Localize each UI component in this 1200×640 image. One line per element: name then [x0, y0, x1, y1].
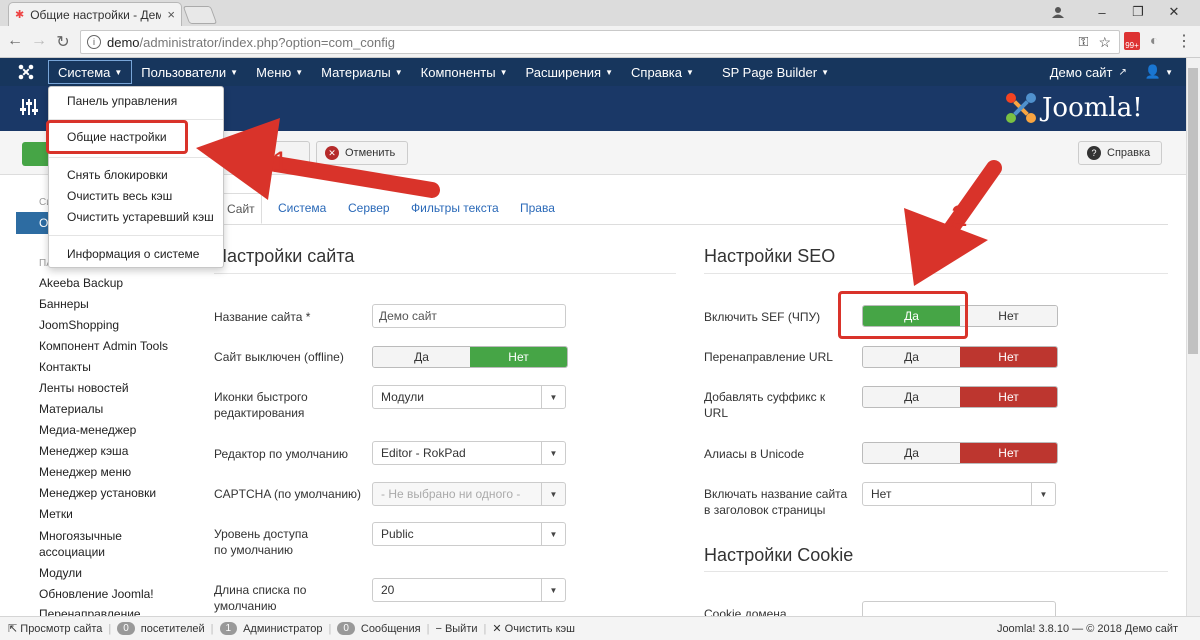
- clear-cache-link[interactable]: ✕ Очистить кэш: [492, 622, 575, 635]
- admins-label: Администратор: [243, 622, 323, 635]
- external-link-icon: ⇱: [8, 623, 18, 635]
- scrollbar-thumb[interactable]: [1188, 68, 1198, 354]
- messages-count-badge: 0: [337, 622, 355, 635]
- minus-icon: −: [435, 622, 442, 635]
- admins-count-badge: 1: [219, 622, 238, 635]
- logout-link[interactable]: − Выйти: [435, 623, 477, 635]
- annotation-number-1: 1: [272, 146, 289, 179]
- status-bar: ⇱ Просмотр сайта | 0 посетителей | 1 Адм…: [0, 616, 1200, 640]
- visitors-count-badge: 0: [117, 622, 135, 635]
- visitors-label: посетителей: [140, 622, 205, 635]
- annotation-arrows: [196, 118, 1002, 286]
- version-text: Joomla! 3.8.10 — © 2018 Демо сайт: [996, 622, 1178, 635]
- messages-link[interactable]: Сообщения: [361, 623, 421, 635]
- broom-icon: ✕: [492, 623, 502, 635]
- annotation-number-2: 2: [951, 200, 968, 233]
- preview-site-link[interactable]: ⇱ Просмотр сайта: [8, 622, 102, 635]
